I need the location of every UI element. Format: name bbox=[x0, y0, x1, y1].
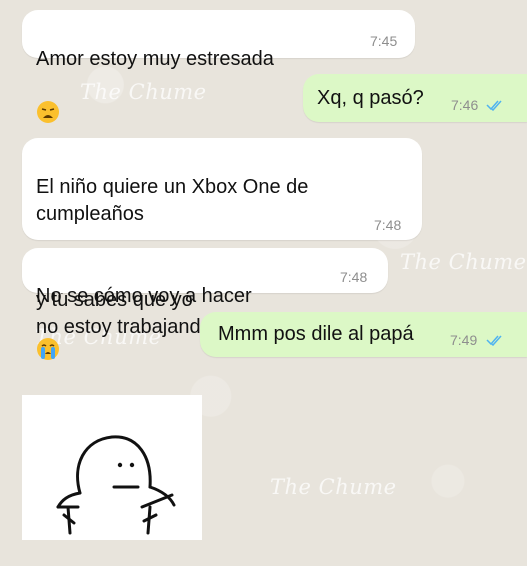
message-text: El niño quiere un Xbox One de cumpleaños bbox=[36, 176, 309, 225]
message-time: 7:48 bbox=[374, 217, 402, 233]
read-ticks-icon bbox=[486, 333, 504, 351]
message-text: No se cómo voy a hacer bbox=[36, 285, 252, 307]
message-time: 7:48 bbox=[340, 269, 368, 285]
sticker-message[interactable] bbox=[22, 395, 202, 540]
message-time: 7:49 bbox=[450, 332, 478, 348]
incoming-message[interactable]: Amor estoy muy estresada 7:45 bbox=[22, 10, 415, 123]
message-text: Mmm pos dile al papá bbox=[218, 323, 414, 345]
message-text: Xq, q pasó? bbox=[317, 87, 424, 109]
weary-face-emoji-icon bbox=[36, 73, 60, 132]
message-time: 7:46 bbox=[451, 97, 479, 113]
message-text: Amor estoy muy estresada bbox=[36, 48, 274, 70]
message-time: 7:45 bbox=[370, 33, 398, 49]
read-ticks-icon bbox=[486, 98, 504, 116]
outgoing-message[interactable]: Xq, q pasó? 7:46 bbox=[303, 74, 527, 122]
incoming-message[interactable]: El niño quiere un Xbox One de cumpleaños… bbox=[22, 138, 422, 338]
outgoing-message[interactable]: Mmm pos dile al papá 7:49 bbox=[200, 312, 527, 357]
incoming-message[interactable]: No se cómo voy a hacer 7:48 bbox=[22, 248, 388, 360]
crying-face-emoji-icon bbox=[36, 310, 60, 369]
shrugging-blob-sticker-icon bbox=[56, 435, 176, 535]
